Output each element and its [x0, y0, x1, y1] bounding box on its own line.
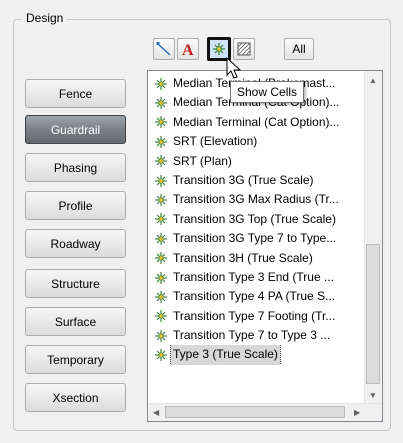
cell-icon	[155, 194, 167, 207]
cell-icon	[155, 77, 167, 90]
vertical-scrollbar[interactable]: ▲ ▼	[364, 71, 382, 404]
category-button-profile[interactable]: Profile	[25, 191, 126, 220]
list-item-label: Transition Type 7 to Type 3 ...	[173, 328, 331, 343]
pattern-icon	[237, 42, 251, 56]
list-item-label: Transition 3G Top (True Scale)	[173, 211, 336, 226]
list-item[interactable]: Transition 3H (True Scale)	[148, 249, 367, 268]
design-group-title: Design	[22, 11, 68, 25]
horizontal-scrollbar[interactable]: ◀ ▶	[148, 403, 382, 421]
cell-list[interactable]: Median Terminal (Brakemast...Median Term…	[147, 70, 383, 422]
cell-icon	[155, 213, 167, 226]
list-item[interactable]: Median Terminal (Cat Option)...	[148, 113, 367, 132]
cell-icon	[155, 349, 167, 362]
cell-icon	[155, 310, 167, 323]
list-item-label: SRT (Plan)	[173, 153, 232, 168]
cell-icon	[155, 135, 167, 148]
list-item[interactable]: Transition 3G Top (True Scale)	[148, 210, 367, 229]
list-item[interactable]: Type 3 (True Scale)	[148, 345, 367, 365]
list-item-label: Median Terminal (Cat Option)...	[173, 114, 340, 129]
category-button-structure[interactable]: Structure	[25, 269, 126, 298]
list-item-label: Transition 3G Type 7 to Type...	[173, 231, 337, 246]
show-lines-button[interactable]	[153, 38, 175, 60]
text-icon: A	[182, 42, 194, 57]
scroll-left-icon[interactable]: ◀	[153, 408, 159, 417]
list-item[interactable]: Transition Type 4 PA (True S...	[148, 287, 367, 306]
cell-icon	[155, 252, 167, 265]
cell-icon	[155, 174, 167, 187]
tooltip: Show Cells	[230, 81, 305, 103]
list-item-label: Transition Type 7 Footing (Tr...	[173, 308, 336, 323]
cell-icon	[155, 97, 167, 110]
category-button-fence[interactable]: Fence	[25, 79, 126, 108]
category-button-phasing[interactable]: Phasing	[25, 153, 126, 182]
list-item-label: Transition 3G (True Scale)	[173, 172, 314, 187]
list-item[interactable]: Transition 3G Type 7 to Type...	[148, 229, 367, 248]
cell-icon	[213, 43, 225, 55]
list-item-label: Transition Type 3 End (True ...	[173, 269, 334, 284]
horizontal-scroll-thumb[interactable]	[165, 406, 345, 418]
cell-icon	[155, 232, 167, 245]
list-item-label: Transition Type 4 PA (True S...	[173, 289, 336, 304]
vertical-scroll-thumb[interactable]	[366, 244, 380, 384]
list-item-label: Type 3 (True Scale)	[170, 345, 281, 365]
svg-text:A: A	[182, 42, 194, 57]
cell-icon	[155, 155, 167, 168]
category-button-temporary[interactable]: Temporary	[25, 345, 126, 374]
list-item-label: Transition 3H (True Scale)	[173, 250, 313, 265]
scroll-right-icon[interactable]: ▶	[354, 408, 360, 417]
list-item-label: Transition 3G Max Radius (Tr...	[173, 192, 339, 207]
category-button-xsection[interactable]: Xsection	[25, 383, 126, 412]
show-text-button[interactable]: A	[177, 38, 199, 60]
scroll-up-icon[interactable]: ▲	[369, 76, 377, 85]
list-item[interactable]: SRT (Plan)	[148, 152, 367, 171]
cell-icon	[155, 329, 167, 342]
list-item[interactable]: Transition Type 7 to Type 3 ...	[148, 326, 367, 345]
list-item[interactable]: Transition 3G Max Radius (Tr...	[148, 190, 367, 209]
category-button-surface[interactable]: Surface	[25, 307, 126, 336]
list-item[interactable]: Transition Type 3 End (True ...	[148, 268, 367, 287]
list-item[interactable]: Transition Type 7 Footing (Tr...	[148, 307, 367, 326]
show-all-button[interactable]: All	[284, 38, 314, 60]
cell-icon	[155, 290, 167, 303]
line-icon	[156, 42, 171, 56]
list-item-label: SRT (Elevation)	[173, 134, 258, 149]
mouse-cursor-icon	[226, 56, 242, 79]
list-item[interactable]: Transition 3G (True Scale)	[148, 171, 367, 190]
cell-icon	[155, 116, 167, 129]
list-item[interactable]: SRT (Elevation)	[148, 132, 367, 151]
category-button-guardrail[interactable]: Guardrail	[25, 115, 126, 144]
cell-icon	[155, 271, 167, 284]
scroll-down-icon[interactable]: ▼	[369, 391, 377, 400]
category-button-roadway[interactable]: Roadway	[25, 229, 126, 258]
